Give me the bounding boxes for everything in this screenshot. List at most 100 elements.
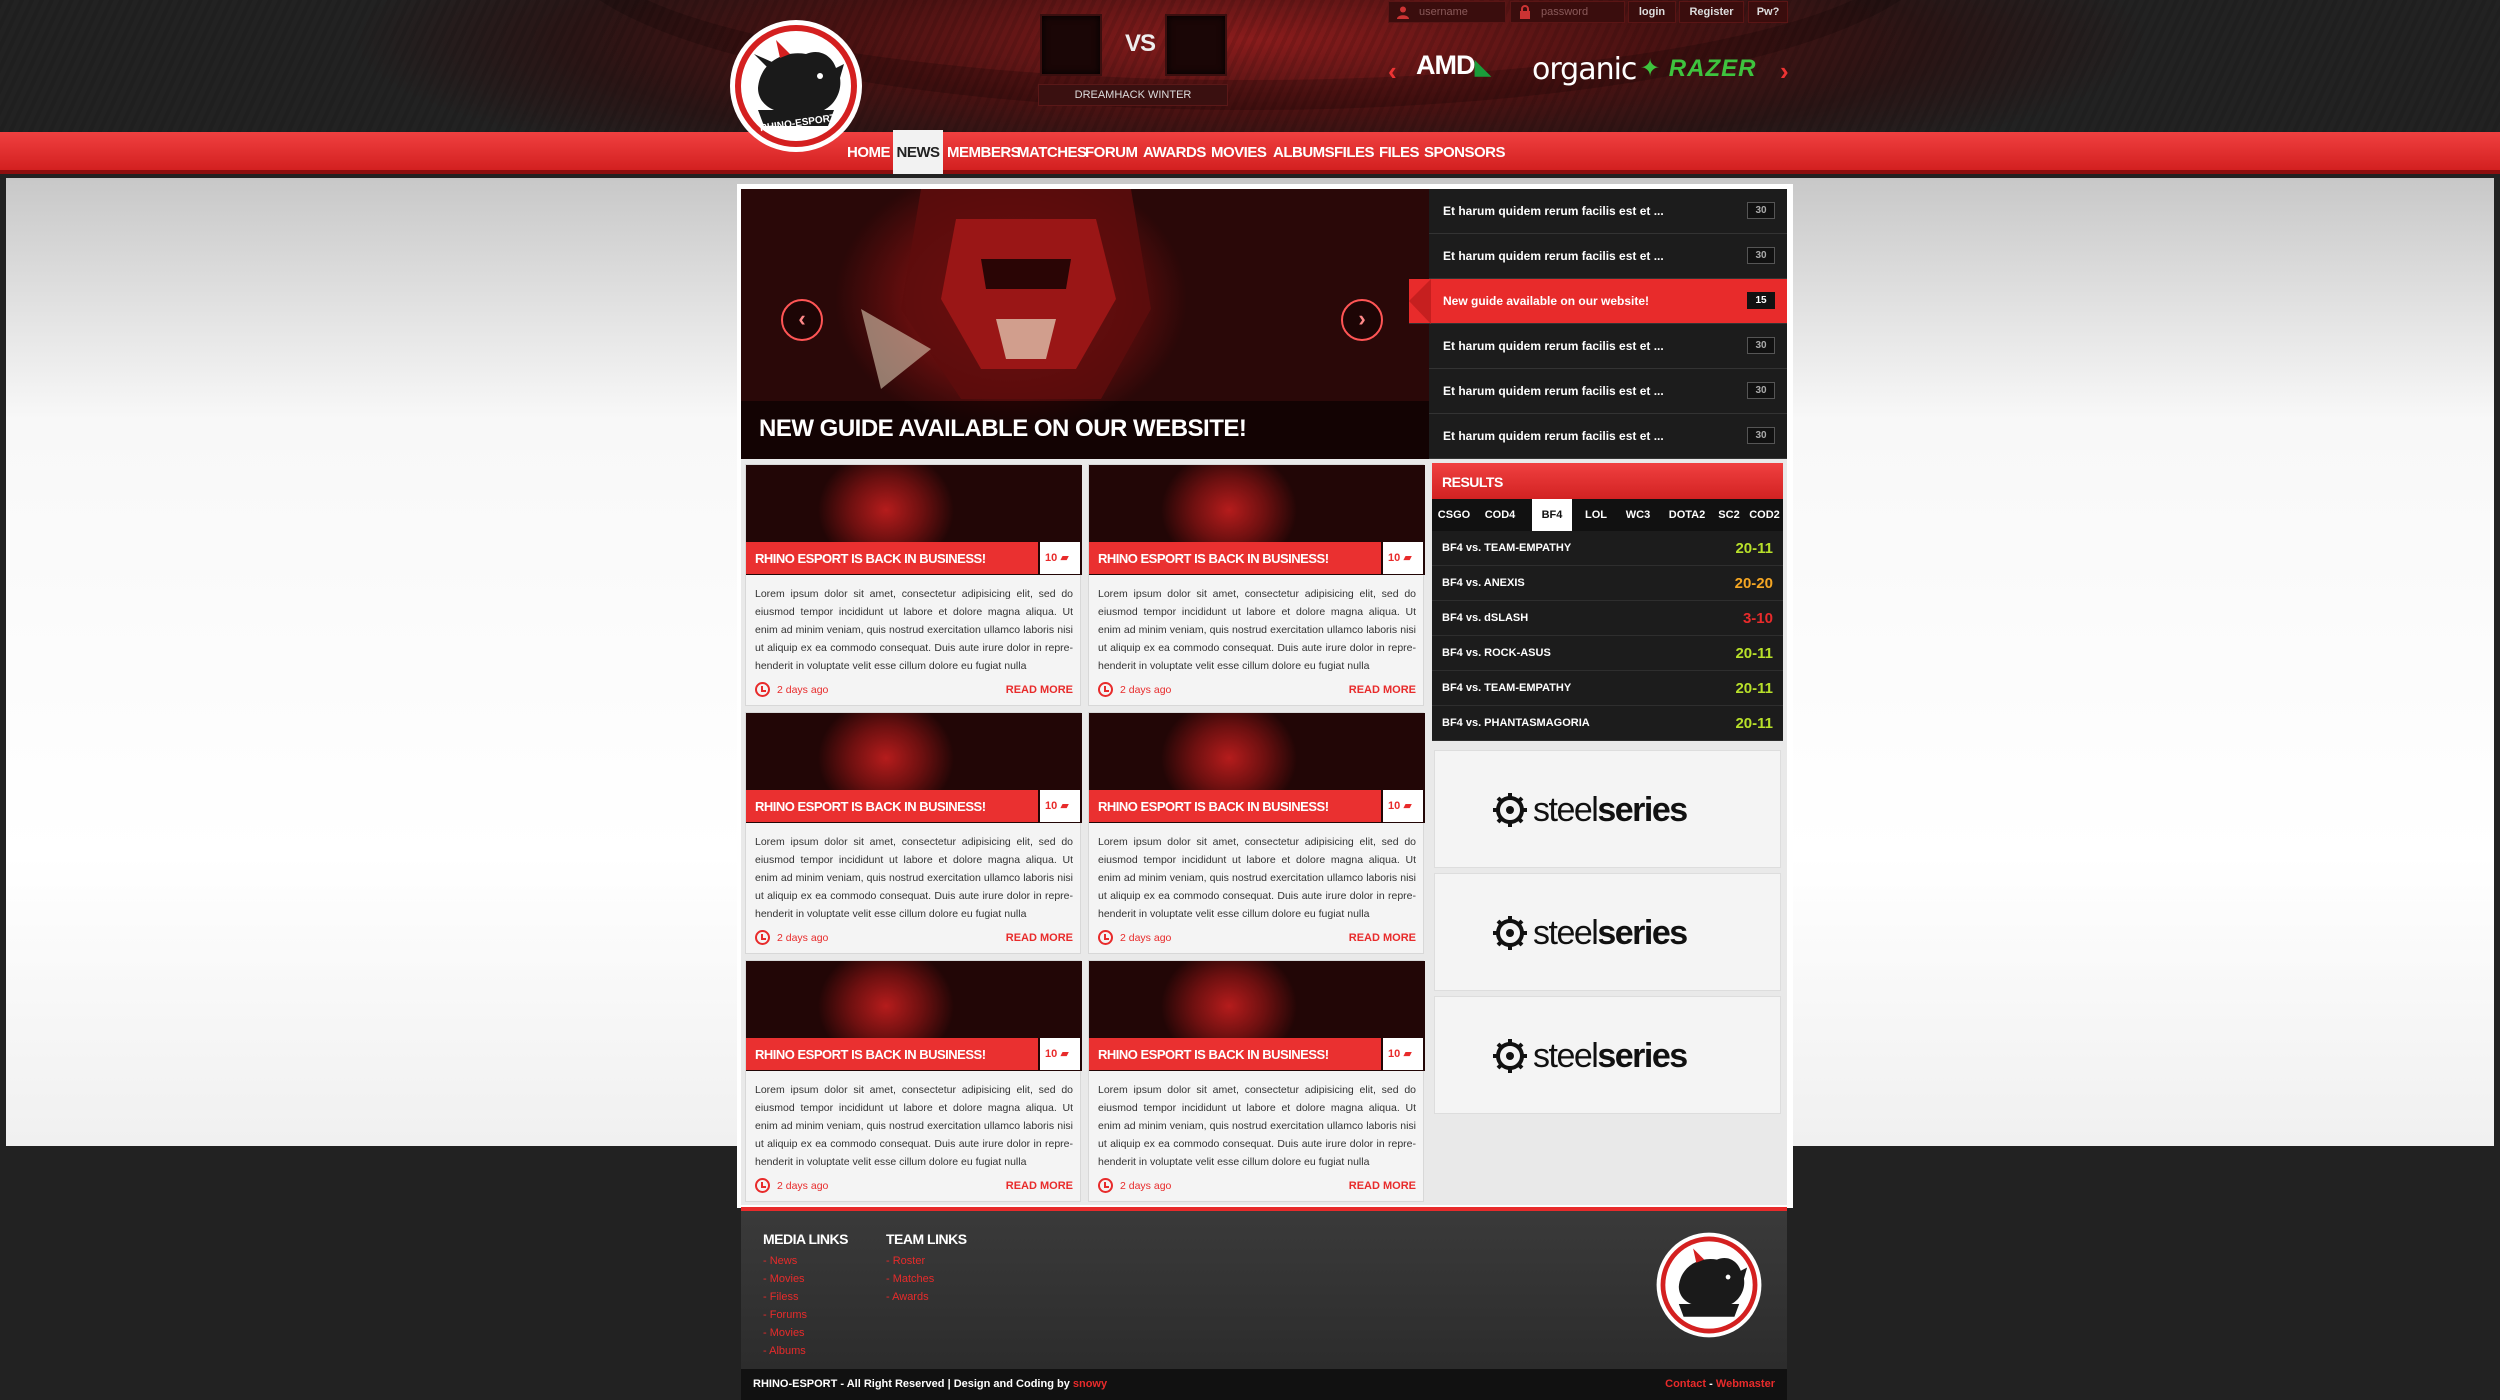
news-card-comments[interactable]: 10 ▰ [1383,542,1423,574]
news-card-text: Lorem ipsum dolor sit amet, consectetur … [1098,1084,1416,1167]
result-row[interactable]: BF4 vs. ANEXIS 20-20 [1432,566,1783,601]
read-more-link[interactable]: READ MORE [1006,684,1073,696]
team-left-slot[interactable] [1040,14,1102,76]
footer-link-files[interactable]: - Filess [763,1291,798,1303]
result-row[interactable]: BF4 vs. dSLASH 3-10 [1432,601,1783,636]
steelseries-gear-icon [1493,793,1527,827]
footer-link-albums[interactable]: - Albums [763,1345,806,1357]
slider-next-button[interactable]: › [1341,299,1383,341]
slider-list-item[interactable]: Et harum quidem rerum facilis est et ...… [1429,369,1787,414]
sponsor-banner[interactable]: steelseries [1434,873,1781,991]
result-match: BF4 vs. ROCK-ASUS [1442,647,1551,659]
news-card-title-bar: RHINO ESPORT IS BACK IN BUSINESS! [1089,790,1381,822]
news-card-footer: 2 days ago READ MORE [755,929,1073,947]
read-more-link[interactable]: READ MORE [1349,684,1416,696]
news-card-comments[interactable]: 10 ▰ [1040,1038,1080,1070]
result-row[interactable]: BF4 vs. PHANTASMAGORIA 20-11 [1432,706,1783,741]
news-card: RHINO ESPORT IS BACK IN BUSINESS! 10 ▰ L… [1088,712,1425,954]
sponsor-prev-icon[interactable]: ‹ [1388,56,1397,87]
sponsor-banner[interactable]: steelseries [1434,750,1781,868]
news-card-comments[interactable]: 10 ▰ [1040,542,1080,574]
contact-link[interactable]: Contact [1665,1378,1706,1390]
news-card-title[interactable]: RHINO ESPORT IS BACK IN BUSINESS! [755,1047,986,1062]
slider-list-item-active[interactable]: New guide available on our website! 15 [1409,279,1787,324]
active-pointer-icon [1409,279,1431,324]
tab-bf4[interactable]: BF4 [1532,499,1572,531]
news-card-comments[interactable]: 10 ▰ [1040,790,1080,822]
slider-list-item[interactable]: Et harum quidem rerum facilis est et ...… [1429,414,1787,459]
news-card-comments[interactable]: 10 ▰ [1383,790,1423,822]
nav-files-2[interactable]: FILES [1379,132,1420,174]
nav-news[interactable]: NEWS [893,130,943,174]
nav-forum[interactable]: FORUM [1085,132,1138,174]
sponsor-banner[interactable]: steelseries [1434,996,1781,1114]
nav-awards[interactable]: AWARDS [1143,132,1206,174]
footer-link-movies-2[interactable]: - Movies [763,1327,805,1339]
forgot-password-button[interactable]: Pw? [1748,1,1788,23]
news-card-title[interactable]: RHINO ESPORT IS BACK IN BUSINESS! [1098,551,1329,566]
sponsor-organic[interactable]: organic [1532,52,1637,87]
read-more-link[interactable]: READ MORE [1006,932,1073,944]
nav-movies[interactable]: MOVIES [1211,132,1267,174]
footer-link-movies[interactable]: - Movies [763,1273,805,1285]
login-button[interactable]: login [1628,1,1676,23]
sponsor-amd[interactable]: AMD◣ [1416,50,1491,81]
slider-caption-text[interactable]: NEW GUIDE AVAILABLE ON OUR WEBSITE! [759,415,1247,443]
user-icon [1397,6,1409,19]
media-links-title: MEDIA LINKS [763,1231,848,1247]
result-row[interactable]: BF4 vs. TEAM-EMPATHY 20-11 [1432,671,1783,706]
vs-label: VS [1124,30,1156,57]
nav-matches[interactable]: MATCHES [1017,132,1087,174]
password-field[interactable]: password [1510,1,1625,23]
news-card-footer: 2 days ago READ MORE [755,1177,1073,1195]
slider-list-item[interactable]: Et harum quidem rerum facilis est et ...… [1429,234,1787,279]
sponsor-next-icon[interactable]: › [1780,56,1789,87]
lock-icon [1520,5,1530,19]
tab-sc2[interactable]: SC2 [1712,499,1746,531]
team-right-slot[interactable] [1165,14,1227,76]
rhino-logo[interactable] [728,18,864,154]
nav-sponsors[interactable]: SPONSORS [1424,132,1506,174]
footer-link-awards[interactable]: - Awards [886,1291,929,1303]
footer-rhino-logo[interactable] [1655,1231,1763,1339]
tab-dota2[interactable]: DOTA2 [1664,499,1710,531]
tab-wc3[interactable]: WC3 [1618,499,1658,531]
username-field[interactable]: username [1388,1,1506,23]
news-card-comments[interactable]: 10 ▰ [1383,1038,1423,1070]
footer-link-roster[interactable]: - Roster [886,1255,925,1267]
footer-link-matches[interactable]: - Matches [886,1273,934,1285]
tab-cod2[interactable]: COD2 [1746,499,1783,531]
clock-icon [1098,1178,1113,1193]
footer-link-forums[interactable]: - Forums [763,1309,807,1321]
slider-list-item[interactable]: Et harum quidem rerum facilis est et ...… [1429,324,1787,369]
nav-albums[interactable]: ALBUMS [1273,132,1335,174]
result-score: 20-11 [1735,645,1773,662]
news-card-title[interactable]: RHINO ESPORT IS BACK IN BUSINESS! [1098,1047,1329,1062]
read-more-link[interactable]: READ MORE [1349,1180,1416,1192]
news-card-title[interactable]: RHINO ESPORT IS BACK IN BUSINESS! [1098,799,1329,814]
comment-count-badge: 30 [1747,427,1775,444]
news-card-time: 2 days ago [777,684,829,696]
result-match: BF4 vs. ANEXIS [1442,577,1525,589]
news-card-text: Lorem ipsum dolor sit amet, consectetur … [1098,836,1416,919]
slider-list-item[interactable]: Et harum quidem rerum facilis est et ...… [1429,189,1787,234]
event-name[interactable]: DREAMHACK WINTER [1038,84,1228,106]
footer-link-news[interactable]: - News [763,1255,797,1267]
result-row[interactable]: BF4 vs. TEAM-EMPATHY 20-11 [1432,531,1783,566]
register-button[interactable]: Register [1679,1,1744,23]
featured-slider[interactable]: ‹ › NEW GUIDE AVAILABLE ON OUR WEBSITE! [741,189,1429,459]
news-card-title[interactable]: RHINO ESPORT IS BACK IN BUSINESS! [755,799,986,814]
sponsor-razer[interactable]: ✦ RAZER [1640,54,1756,83]
news-card-title[interactable]: RHINO ESPORT IS BACK IN BUSINESS! [755,551,986,566]
tab-csgo[interactable]: CSGO [1434,499,1474,531]
nav-members[interactable]: MEMBERS [947,132,1021,174]
webmaster-link[interactable]: Webmaster [1716,1378,1775,1390]
result-row[interactable]: BF4 vs. ROCK-ASUS 20-11 [1432,636,1783,671]
tab-lol[interactable]: LOL [1578,499,1614,531]
author-link[interactable]: snowy [1073,1378,1107,1390]
read-more-link[interactable]: READ MORE [1006,1180,1073,1192]
nav-files[interactable]: FILES [1334,132,1375,174]
tab-cod4[interactable]: COD4 [1480,499,1520,531]
read-more-link[interactable]: READ MORE [1349,932,1416,944]
slider-prev-button[interactable]: ‹ [781,299,823,341]
